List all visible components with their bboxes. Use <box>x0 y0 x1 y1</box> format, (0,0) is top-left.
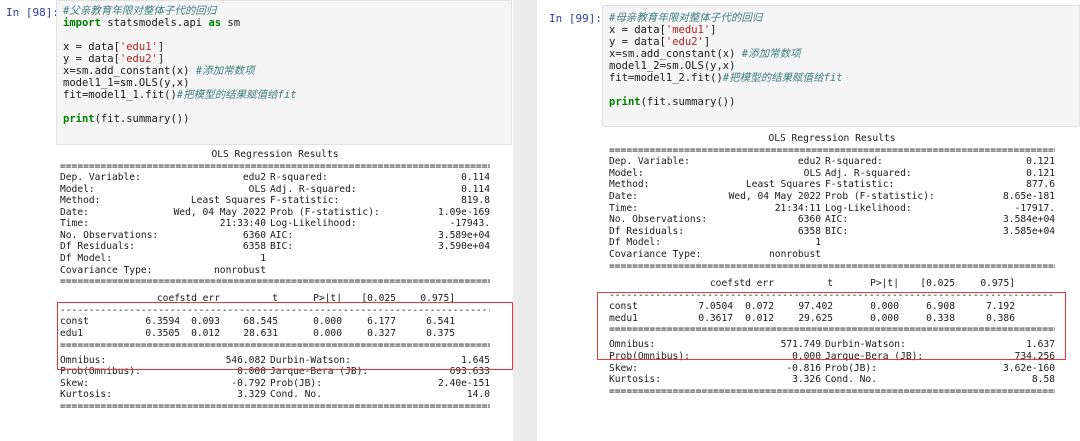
code-line: #父亲教育年限对整体子代的回归 <box>63 5 216 17</box>
panel-divider <box>513 0 537 441</box>
code-text: x = data[ <box>63 41 120 53</box>
code-line: x = data['medu1'] <box>609 24 717 36</box>
code-line: print(fit.summary()) <box>609 96 735 108</box>
code-text: fit=model1_1.fit() <box>63 89 177 101</box>
code-text: x = data[ <box>609 24 666 36</box>
diag-value: 2.40e-151 <box>438 377 490 389</box>
ols-summary-output: OLS Regression Results ==================… <box>60 149 510 441</box>
coef-table-highlight <box>597 292 1066 360</box>
code-text: model1_2=sm.OLS(y,x) <box>609 60 736 72</box>
info-value: 3.589e+04 <box>438 229 490 241</box>
code-text: ] <box>703 36 711 48</box>
code-comment: #父亲教育年限对整体子代的回归 <box>63 5 217 17</box>
code-line: x=sm.add_constant(x) #添加常数项 <box>63 65 255 77</box>
code-line: print(fit.summary()) <box>63 113 189 125</box>
info-value: 877.6 <box>1026 179 1055 191</box>
notebook-cell-98: In [98]: #父亲教育年限对整体子代的回归 import statsmode… <box>0 0 513 441</box>
code-string: 'medu1' <box>665 24 711 36</box>
code-text: ] <box>157 41 165 53</box>
info-value: 1.09e-169 <box>438 206 490 218</box>
info-value: 0.114 <box>461 172 490 184</box>
summary-title: OLS Regression Results <box>768 133 896 144</box>
notebook-cell-99: In [99]: #母亲教育年限对整体子代的回归 x = data['medu1'… <box>537 0 1080 441</box>
code-text: ] <box>157 53 165 65</box>
ols-summary-output: OLS Regression Results ==================… <box>609 133 1075 441</box>
info-value: nonrobust <box>214 264 266 276</box>
code-comment: #把模型的结果赋值给fit <box>176 89 297 101</box>
info-value: 819.8 <box>461 195 490 207</box>
code-comment: #把模型的结果赋值给fit <box>722 72 843 84</box>
code-string: 'edu2' <box>665 36 704 48</box>
code-text: statsmodels.api <box>100 17 209 29</box>
separator-double: ========================================… <box>609 144 1055 156</box>
info-value: 0.121 <box>1026 167 1055 179</box>
code-keyword: print <box>609 96 641 108</box>
info-value: 3.590e+04 <box>438 241 490 253</box>
info-value: nonrobust <box>769 249 821 260</box>
code-comment: #添加常数项 <box>195 65 255 77</box>
code-line: model1_2=sm.OLS(y,x) <box>609 60 735 72</box>
code-line: #母亲教育年限对整体子代的回归 <box>609 12 762 24</box>
code-text: sm <box>221 17 241 29</box>
code-line: fit=model1_2.fit()#把模型的结果赋值给fit <box>609 72 843 84</box>
separator-double: ========================================… <box>609 385 1055 397</box>
diag-value: 3.62e-160 <box>1003 362 1055 374</box>
info-value: 3.585e+04 <box>1003 225 1055 237</box>
separator-double: ========================================… <box>60 400 490 412</box>
info-value: 0.121 <box>1026 156 1055 168</box>
code-text: y = data[ <box>609 36 666 48</box>
diag-value: 14.0 <box>466 389 490 401</box>
code-input-area[interactable]: #母亲教育年限对整体子代的回归 x = data['medu1'] y = data… <box>602 5 1080 127</box>
code-text: x=sm.add_constant(x) <box>609 48 742 60</box>
code-text: fit=model1_2.fit() <box>609 72 723 84</box>
info-value: 3.584e+04 <box>1003 214 1055 226</box>
code-line: x = data['edu1'] <box>63 41 164 53</box>
code-input-area[interactable]: #父亲教育年限对整体子代的回归 import statsmodels.api as… <box>56 0 512 145</box>
code-comment: #母亲教育年限对整体子代的回归 <box>609 12 763 24</box>
info-value: 1 <box>260 252 266 264</box>
code-string: 'edu1' <box>119 41 158 53</box>
code-text: x=sm.add_constant(x) <box>63 65 196 77</box>
code-text: (fit.summary()) <box>640 96 736 108</box>
cell-prompt: In [99]: <box>549 12 602 25</box>
separator-double: ========================================… <box>60 160 490 172</box>
info-value: 0.114 <box>461 183 490 195</box>
info-value: 1 <box>815 237 821 249</box>
separator-double: ========================================… <box>609 260 1055 272</box>
code-text: ] <box>710 24 717 36</box>
coef-table-highlight <box>57 302 513 370</box>
summary-title: OLS Regression Results <box>211 149 339 160</box>
info-value: -17917. <box>1014 202 1055 214</box>
coef-header-cell: 0.975] <box>980 278 1015 289</box>
code-line: model1_1=sm.OLS(y,x) <box>63 77 189 89</box>
code-text: (fit.summary()) <box>94 113 190 125</box>
info-value: -17943. <box>449 218 490 230</box>
code-comment: #添加常数项 <box>741 48 801 60</box>
cell-prompt: In [98]: <box>6 6 59 19</box>
info-value: 8.65e-181 <box>1003 191 1055 202</box>
diag-value: 8.58 <box>1031 374 1055 386</box>
code-keyword: as <box>208 17 222 29</box>
code-string: 'edu2' <box>119 53 158 65</box>
separator-double: ========================================… <box>60 276 490 288</box>
code-line: y = data['edu2'] <box>609 36 710 48</box>
code-text: model1_1=sm.OLS(y,x) <box>63 77 190 89</box>
code-line: fit=model1_1.fit()#把模型的结果赋值给fit <box>63 89 297 101</box>
code-keyword: import <box>63 17 101 29</box>
code-text: y = data[ <box>63 53 120 65</box>
code-line: import statsmodels.api as sm <box>63 17 240 29</box>
code-line: y = data['edu2'] <box>63 53 164 65</box>
code-keyword: print <box>63 113 95 125</box>
code-line: x=sm.add_constant(x) #添加常数项 <box>609 48 801 60</box>
